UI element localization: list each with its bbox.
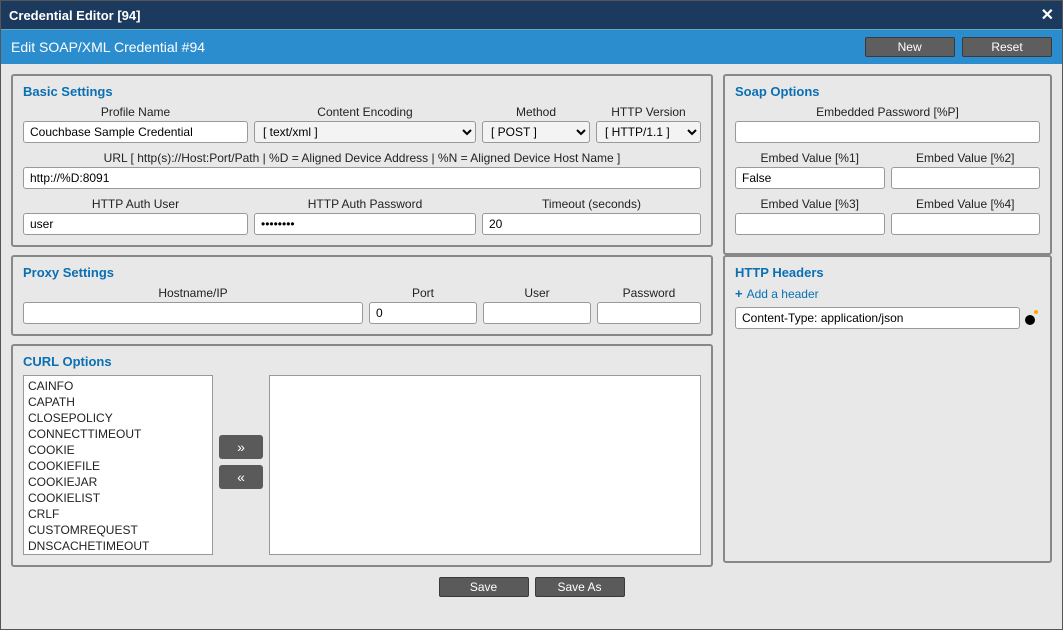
proxy-host-label: Hostname/IP <box>23 286 363 300</box>
auth-user-input[interactable] <box>23 213 248 235</box>
timeout-input[interactable] <box>482 213 701 235</box>
credential-editor-window: Credential Editor [94] ✕ Edit SOAP/XML C… <box>0 0 1063 630</box>
basic-settings-legend: Basic Settings <box>23 84 701 99</box>
header-entry-input[interactable] <box>735 307 1020 329</box>
curl-list-item[interactable]: DNSUSEGLOBALCACHE <box>28 554 208 555</box>
soap-options-fieldset: Soap Options Embedded Password [%P] Embe… <box>723 74 1052 255</box>
proxy-host-input[interactable] <box>23 302 363 324</box>
basic-settings-fieldset: Basic Settings Profile Name Content Enco… <box>11 74 713 247</box>
proxy-port-input[interactable] <box>369 302 477 324</box>
window-title: Credential Editor [94] <box>9 8 140 23</box>
right-column-top: Soap Options Embedded Password [%P] Embe… <box>723 74 1052 255</box>
curl-list-item[interactable]: CAPATH <box>28 394 208 410</box>
soap-options-legend: Soap Options <box>735 84 1040 99</box>
url-label: URL [ http(s)://Host:Port/Path | %D = Al… <box>23 151 701 165</box>
url-input[interactable] <box>23 167 701 189</box>
emb-val2-label: Embed Value [%2] <box>891 151 1041 165</box>
basic-row2: URL [ http(s)://Host:Port/Path | %D = Al… <box>23 151 701 189</box>
curl-list-item[interactable]: CLOSEPOLICY <box>28 410 208 426</box>
emb-val4-input[interactable] <box>891 213 1041 235</box>
form-body: Basic Settings Profile Name Content Enco… <box>1 64 1062 607</box>
timeout-label: Timeout (seconds) <box>482 197 701 211</box>
basic-row3: HTTP Auth User HTTP Auth Password Timeou… <box>23 197 701 235</box>
http-version-select[interactable]: [ HTTP/1.1 ] <box>596 121 701 143</box>
top-row: Basic Settings Profile Name Content Enco… <box>11 74 1052 255</box>
curl-list-item[interactable]: DNSCACHETIMEOUT <box>28 538 208 554</box>
curl-options-legend: CURL Options <box>23 354 701 369</box>
curl-options-fieldset: CURL Options CAINFOCAPATHCLOSEPOLICYCONN… <box>11 344 713 567</box>
curl-transfer-box: CAINFOCAPATHCLOSEPOLICYCONNECTTIMEOUTCOO… <box>23 375 701 555</box>
proxy-settings-legend: Proxy Settings <box>23 265 701 280</box>
curl-list-item[interactable]: COOKIEJAR <box>28 474 208 490</box>
delete-header-icon[interactable] <box>1024 310 1040 326</box>
encoding-label: Content Encoding <box>254 105 476 119</box>
auth-pass-label: HTTP Auth Password <box>254 197 476 211</box>
auth-pass-input[interactable] <box>254 213 476 235</box>
curl-list-item[interactable]: COOKIE <box>28 442 208 458</box>
add-header-link[interactable]: + Add a header <box>735 286 1040 301</box>
header-buttons: New Reset <box>861 37 1052 57</box>
transfer-buttons: » « <box>219 435 263 489</box>
method-label: Method <box>482 105 590 119</box>
reset-button[interactable]: Reset <box>962 37 1052 57</box>
curl-list-item[interactable]: CONNECTTIMEOUT <box>28 426 208 442</box>
http-headers-fieldset: HTTP Headers + Add a header <box>723 255 1052 563</box>
left-column: Basic Settings Profile Name Content Enco… <box>11 74 713 255</box>
new-button[interactable]: New <box>865 37 955 57</box>
http-version-label: HTTP Version <box>596 105 701 119</box>
curl-list-item[interactable]: CRLF <box>28 506 208 522</box>
http-headers-legend: HTTP Headers <box>735 265 1040 280</box>
emb-pass-input[interactable] <box>735 121 1040 143</box>
proxy-settings-fieldset: Proxy Settings Hostname/IP Port User <box>11 255 713 336</box>
curl-source-list[interactable]: CAINFOCAPATHCLOSEPOLICYCONNECTTIMEOUTCOO… <box>23 375 213 555</box>
curl-list-item[interactable]: COOKIEFILE <box>28 458 208 474</box>
emb-val4-label: Embed Value [%4] <box>891 197 1041 211</box>
save-button[interactable]: Save <box>439 577 529 597</box>
curl-list-item[interactable]: CUSTOMREQUEST <box>28 522 208 538</box>
left-column-mid: Proxy Settings Hostname/IP Port User <box>11 255 713 575</box>
mid-row: Proxy Settings Hostname/IP Port User <box>11 255 1052 575</box>
emb-val1-label: Embed Value [%1] <box>735 151 885 165</box>
close-icon[interactable]: ✕ <box>1041 5 1054 25</box>
emb-val2-input[interactable] <box>891 167 1041 189</box>
curl-list-item[interactable]: COOKIELIST <box>28 490 208 506</box>
emb-val3-input[interactable] <box>735 213 885 235</box>
add-header-label: Add a header <box>747 287 819 301</box>
sub-header-title: Edit SOAP/XML Credential #94 <box>11 39 205 55</box>
emb-pass-label: Embedded Password [%P] <box>735 105 1040 119</box>
proxy-user-input[interactable] <box>483 302 591 324</box>
proxy-pass-input[interactable] <box>597 302 701 324</box>
curl-target-list[interactable] <box>269 375 701 555</box>
right-column-mid: HTTP Headers + Add a header <box>723 255 1052 575</box>
proxy-pass-label: Password <box>597 286 701 300</box>
encoding-select[interactable]: [ text/xml ] <box>254 121 476 143</box>
sub-header: Edit SOAP/XML Credential #94 New Reset <box>1 29 1062 64</box>
proxy-port-label: Port <box>369 286 477 300</box>
footer-buttons: Save Save As <box>11 575 1052 597</box>
profile-name-input[interactable] <box>23 121 248 143</box>
plus-icon: + <box>735 286 743 301</box>
save-as-button[interactable]: Save As <box>535 577 625 597</box>
proxy-user-label: User <box>483 286 591 300</box>
move-left-button[interactable]: « <box>219 465 263 489</box>
curl-list-item[interactable]: CAINFO <box>28 378 208 394</box>
header-entry-row <box>735 307 1040 329</box>
emb-val1-input[interactable] <box>735 167 885 189</box>
basic-row1: Profile Name Content Encoding [ text/xml… <box>23 105 701 143</box>
move-right-button[interactable]: » <box>219 435 263 459</box>
auth-user-label: HTTP Auth User <box>23 197 248 211</box>
emb-val3-label: Embed Value [%3] <box>735 197 885 211</box>
profile-name-label: Profile Name <box>23 105 248 119</box>
title-bar: Credential Editor [94] ✕ <box>1 1 1062 29</box>
method-select[interactable]: [ POST ] <box>482 121 590 143</box>
